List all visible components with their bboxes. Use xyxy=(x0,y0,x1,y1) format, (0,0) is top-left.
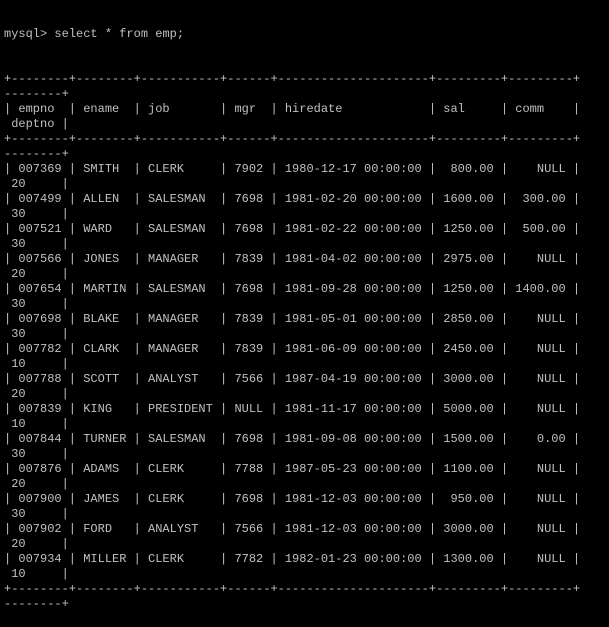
table-border: --------+ xyxy=(4,87,69,101)
table-row: | 007839 | KING | PRESIDENT | NULL | 198… xyxy=(4,402,581,416)
table-border: +--------+--------+-----------+------+--… xyxy=(4,132,581,146)
table-row: | 007654 | MARTIN | SALESMAN | 7698 | 19… xyxy=(4,282,581,296)
table-row: 10 | xyxy=(4,567,69,581)
terminal-window[interactable]: mysql> select * from emp; +--------+----… xyxy=(4,0,604,611)
table-border: --------+ xyxy=(4,597,69,611)
table-row: 10 | xyxy=(4,417,69,431)
table-row: 20 | xyxy=(4,267,69,281)
table-row: 10 | xyxy=(4,357,69,371)
table-header: deptno | xyxy=(4,117,69,131)
command-text: select * from emp; xyxy=(54,27,185,41)
query-result-table: +--------+--------+-----------+------+--… xyxy=(4,72,604,612)
table-row: | 007844 | TURNER | SALESMAN | 7698 | 19… xyxy=(4,432,581,446)
table-row: 20 | xyxy=(4,177,69,191)
table-row: | 007499 | ALLEN | SALESMAN | 7698 | 198… xyxy=(4,192,581,206)
table-border: --------+ xyxy=(4,147,69,161)
table-row: 30 | xyxy=(4,207,69,221)
table-row: | 007876 | ADAMS | CLERK | 7788 | 1987-0… xyxy=(4,462,581,476)
table-row: 30 | xyxy=(4,447,69,461)
table-row: 20 | xyxy=(4,477,69,491)
table-row: 20 | xyxy=(4,387,69,401)
table-row: 30 | xyxy=(4,507,69,521)
table-row: 30 | xyxy=(4,327,69,341)
table-row: | 007934 | MILLER | CLERK | 7782 | 1982-… xyxy=(4,552,581,566)
command-line: mysql> select * from emp; xyxy=(4,27,604,42)
table-row: | 007900 | JAMES | CLERK | 7698 | 1981-1… xyxy=(4,492,581,506)
table-row: | 007521 | WARD | SALESMAN | 7698 | 1981… xyxy=(4,222,581,236)
mysql-prompt: mysql> xyxy=(4,27,55,41)
table-row: | 007566 | JONES | MANAGER | 7839 | 1981… xyxy=(4,252,581,266)
table-row: | 007369 | SMITH | CLERK | 7902 | 1980-1… xyxy=(4,162,581,176)
table-border: +--------+--------+-----------+------+--… xyxy=(4,582,581,596)
table-row: | 007698 | BLAKE | MANAGER | 7839 | 1981… xyxy=(4,312,581,326)
table-row: | 007902 | FORD | ANALYST | 7566 | 1981-… xyxy=(4,522,581,536)
table-row: 30 | xyxy=(4,297,69,311)
table-row: | 007782 | CLARK | MANAGER | 7839 | 1981… xyxy=(4,342,581,356)
table-row: | 007788 | SCOTT | ANALYST | 7566 | 1987… xyxy=(4,372,581,386)
table-row: 30 | xyxy=(4,237,69,251)
table-header: | empno | ename | job | mgr | hiredate |… xyxy=(4,102,581,116)
table-border: +--------+--------+-----------+------+--… xyxy=(4,72,581,86)
